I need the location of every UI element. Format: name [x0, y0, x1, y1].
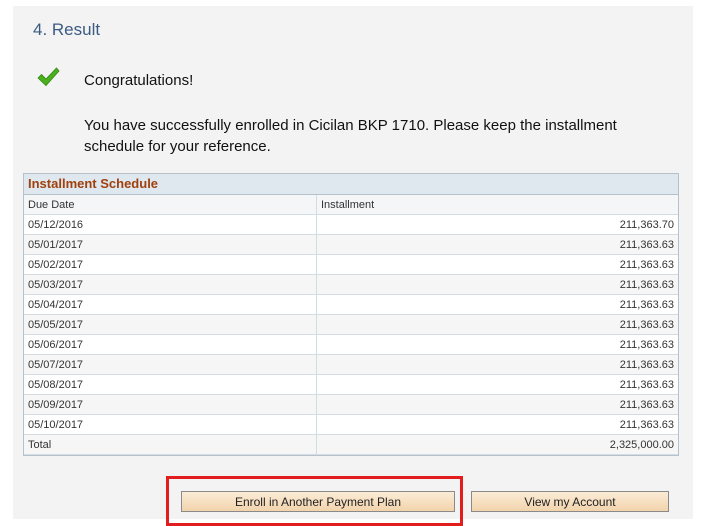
installment-cell: 211,363.63: [316, 394, 678, 415]
installment-cell: 211,363.63: [316, 234, 678, 255]
installment-cell: 211,363.63: [316, 274, 678, 295]
due-date-cell: 05/01/2017: [24, 234, 317, 255]
table-row: 05/05/2017 211,363.63: [24, 314, 678, 335]
due-date-cell: 05/12/2016: [24, 214, 317, 235]
due-date-cell: 05/06/2017: [24, 334, 317, 355]
table-row: 05/02/2017 211,363.63: [24, 254, 678, 275]
installment-cell: 211,363.63: [316, 354, 678, 375]
installment-table: Due Date Installment 05/12/2016 211,363.…: [24, 195, 678, 455]
due-date-cell: 05/02/2017: [24, 254, 317, 275]
installment-cell: 211,363.63: [316, 414, 678, 435]
table-row: 05/04/2017 211,363.63: [24, 294, 678, 315]
total-amount: 2,325,000.00: [316, 434, 678, 455]
due-date-cell: 05/10/2017: [24, 414, 317, 435]
check-icon: [37, 67, 60, 87]
installment-cell: 211,363.63: [316, 254, 678, 275]
table-row: 05/03/2017 211,363.63: [24, 274, 678, 295]
installment-cell: 211,363.70: [316, 214, 678, 235]
table-row: 05/09/2017 211,363.63: [24, 394, 678, 415]
installment-schedule-grid: Installment Schedule Due Date Installmen…: [23, 173, 679, 456]
page-title: 4. Result: [33, 20, 101, 39]
table-row: 05/06/2017 211,363.63: [24, 334, 678, 355]
column-header-due-date: Due Date: [24, 195, 317, 215]
view-account-button[interactable]: View my Account: [471, 491, 669, 512]
enrollment-message: You have successfully enrolled in Cicila…: [84, 117, 617, 155]
installment-cell: 211,363.63: [316, 294, 678, 315]
enroll-another-plan-button[interactable]: Enroll in Another Payment Plan: [181, 491, 455, 512]
installment-cell: 211,363.63: [316, 314, 678, 335]
due-date-cell: 05/07/2017: [24, 354, 317, 375]
column-header-installment: Installment: [316, 195, 678, 215]
table-row: 05/10/2017 211,363.63: [24, 414, 678, 435]
congratulations-heading: Congratulations!: [84, 72, 194, 89]
table-row: 05/08/2017 211,363.63: [24, 374, 678, 395]
table-row: 05/07/2017 211,363.63: [24, 354, 678, 375]
installment-cell: 211,363.63: [316, 334, 678, 355]
total-label: Total: [24, 434, 317, 455]
due-date-cell: 05/04/2017: [24, 294, 317, 315]
table-row: 05/01/2017 211,363.63: [24, 234, 678, 255]
table-header-row: Due Date Installment: [24, 195, 678, 215]
due-date-cell: 05/05/2017: [24, 314, 317, 335]
grid-title: Installment Schedule: [24, 174, 678, 195]
due-date-cell: 05/08/2017: [24, 374, 317, 395]
due-date-cell: 05/03/2017: [24, 274, 317, 295]
table-row: 05/12/2016 211,363.70: [24, 214, 678, 235]
total-row: Total 2,325,000.00: [24, 434, 678, 455]
installment-cell: 211,363.63: [316, 374, 678, 395]
due-date-cell: 05/09/2017: [24, 394, 317, 415]
